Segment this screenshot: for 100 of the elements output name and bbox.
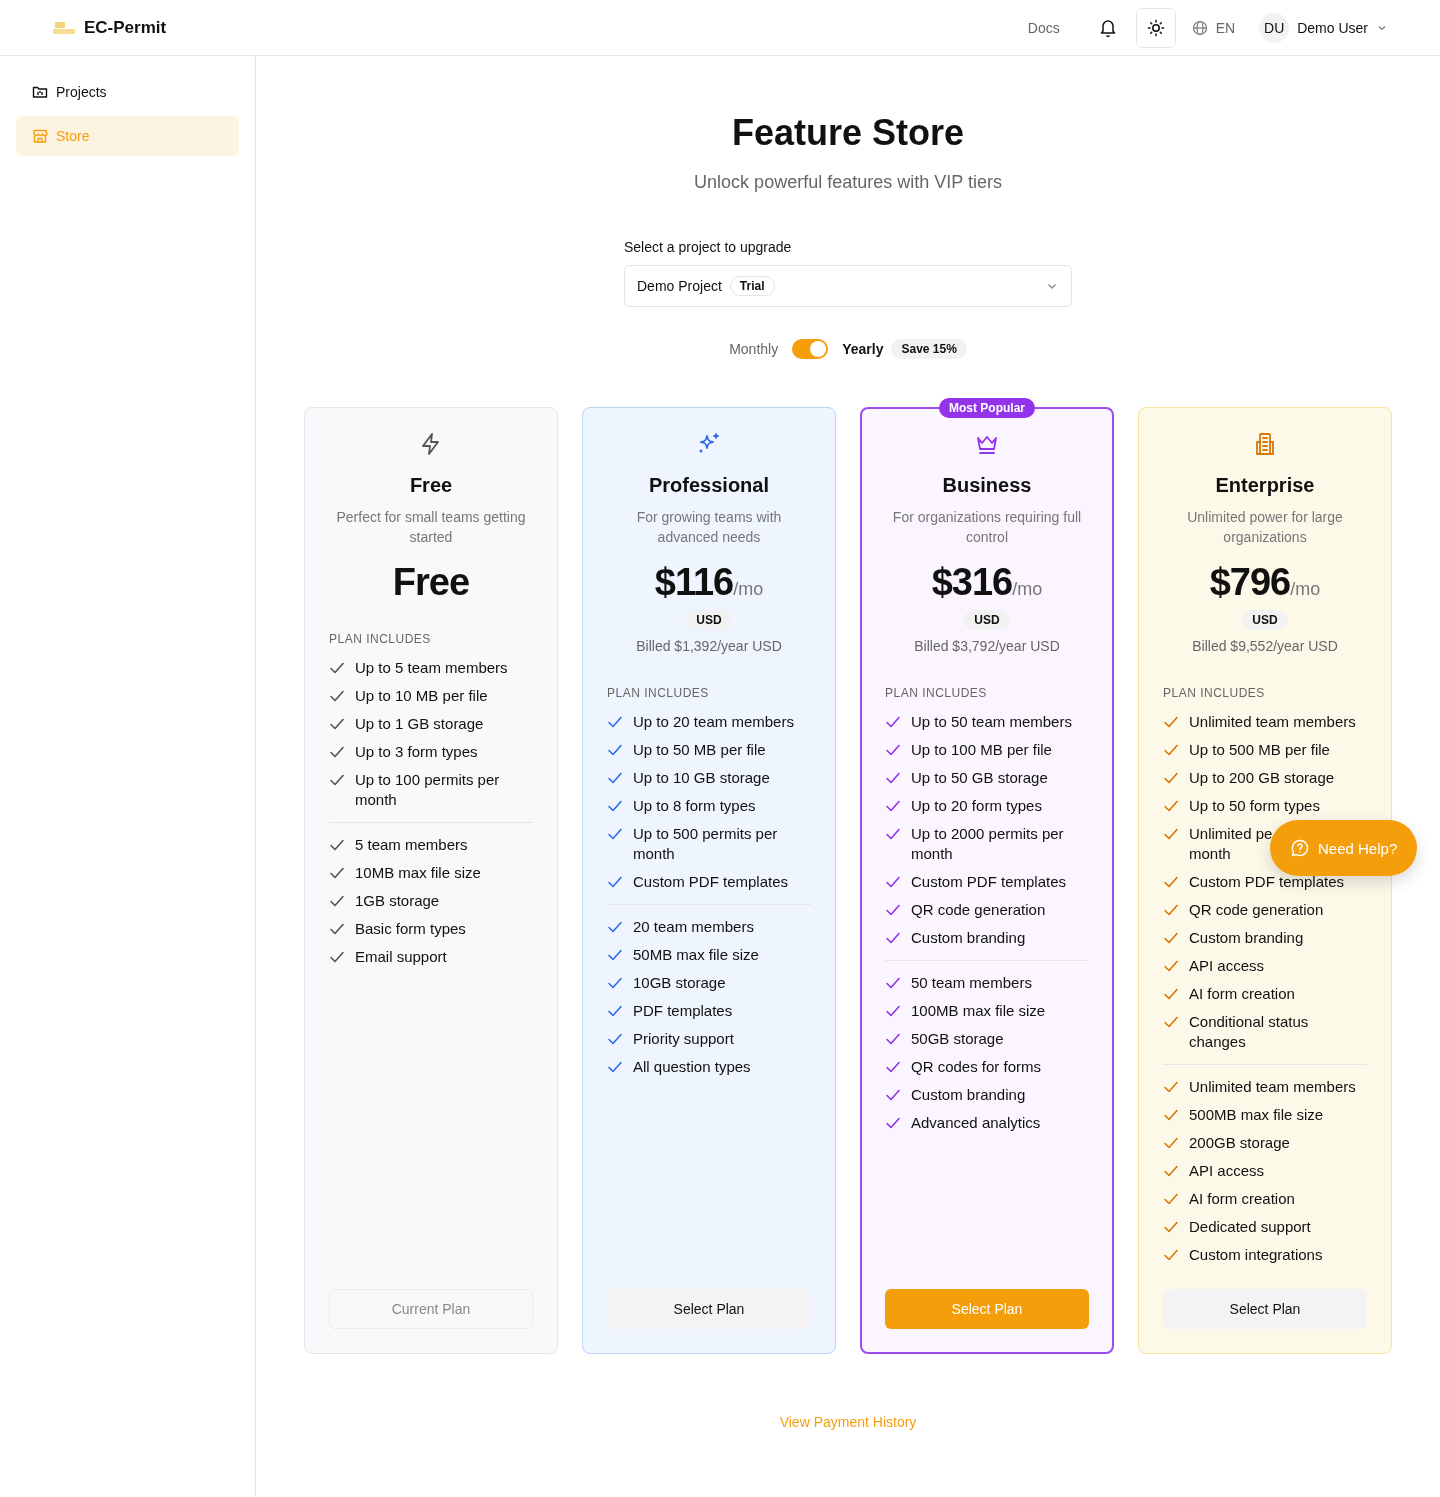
check-icon xyxy=(1163,1163,1179,1179)
page-title: Feature Store xyxy=(731,112,965,154)
popular-badge: Most Popular xyxy=(939,398,1035,418)
feature-text: 10GB storage xyxy=(633,973,726,993)
folder-icon xyxy=(32,84,48,100)
feature-text: AI form creation xyxy=(1189,1189,1295,1209)
plan-description: For organizations requiring full control xyxy=(891,508,1083,547)
feature-text: Up to 50 GB storage xyxy=(911,768,1048,788)
project-select[interactable]: Demo Project Trial xyxy=(624,265,1072,307)
check-icon xyxy=(1163,1247,1179,1263)
check-icon xyxy=(1163,770,1179,786)
currency-badge: USD xyxy=(686,610,732,630)
feature-text: Custom branding xyxy=(1189,928,1304,948)
check-icon xyxy=(1163,1107,1179,1123)
check-icon xyxy=(607,1003,623,1019)
feature-text: Up to 500 permits per month xyxy=(633,824,779,864)
feature-text: 500MB max file size xyxy=(1189,1105,1324,1125)
docs-link[interactable]: Docs xyxy=(1027,19,1060,36)
check-icon xyxy=(885,1003,901,1019)
plan-button[interactable]: Select Plan xyxy=(1163,1289,1367,1329)
building-icon xyxy=(1253,432,1277,456)
billing-note: Billed $3,792/year USD xyxy=(913,638,1061,654)
store-icon xyxy=(32,128,48,144)
feature-text: QR codes for forms xyxy=(911,1057,1042,1077)
page-subtitle: Unlock powerful features with VIP tiers xyxy=(694,172,1002,193)
feature-text: API access xyxy=(1189,1161,1265,1181)
feature-text: Advanced analytics xyxy=(911,1113,1041,1133)
sidebar-item[interactable]: Projects xyxy=(16,72,239,112)
check-icon xyxy=(607,975,623,991)
plan-name: Business xyxy=(941,474,1033,497)
billing-option[interactable]: Yearly xyxy=(842,341,884,357)
check-icon xyxy=(885,1115,901,1131)
check-icon xyxy=(607,742,623,758)
section-label: PLAN INCLUDES xyxy=(607,686,710,700)
currency-badge: USD xyxy=(964,610,1010,630)
check-icon xyxy=(1163,986,1179,1002)
check-icon xyxy=(329,688,345,704)
check-icon xyxy=(885,798,901,814)
feature-text: Up to 50 form types xyxy=(1189,796,1320,816)
feature-text: API access xyxy=(1189,956,1265,976)
check-icon xyxy=(885,1087,901,1103)
billing-toggle[interactable] xyxy=(792,339,829,359)
feature-text: Dedicated support xyxy=(1189,1217,1311,1237)
check-icon xyxy=(1163,742,1179,758)
billing-note: Billed $1,392/year USD xyxy=(635,638,783,654)
feature-text: Up to 5 team members xyxy=(355,658,508,678)
check-icon xyxy=(607,770,623,786)
plan-button[interactable]: Select Plan xyxy=(607,1289,811,1329)
feature-text: 5 team members xyxy=(355,835,468,855)
feature-text: 200GB storage xyxy=(1189,1133,1290,1153)
feature-text: 1GB storage xyxy=(355,891,440,911)
feature-text: PDF templates xyxy=(633,1001,733,1021)
check-icon xyxy=(607,826,623,842)
feature-text: Up to 20 form types xyxy=(911,796,1042,816)
check-icon xyxy=(329,716,345,732)
plan-price: Free xyxy=(392,561,470,604)
billing-option[interactable]: Monthly xyxy=(729,341,779,357)
feature-text: QR code generation xyxy=(1189,900,1324,920)
section-label: PLAN INCLUDES xyxy=(329,632,432,646)
check-icon xyxy=(607,1059,623,1075)
globe-icon xyxy=(1191,19,1208,36)
plan-price: $316 xyxy=(931,561,1013,604)
feature-text: Up to 20 team members xyxy=(633,712,794,732)
check-icon xyxy=(607,798,623,814)
feature-text: 10MB max file size xyxy=(355,863,481,883)
feature-text: 50MB max file size xyxy=(633,945,759,965)
check-icon xyxy=(607,947,623,963)
feature-text: 50GB storage xyxy=(911,1029,1004,1049)
check-icon xyxy=(329,837,345,853)
check-icon xyxy=(607,714,623,730)
check-icon xyxy=(329,772,345,788)
check-icon xyxy=(885,714,901,730)
check-icon xyxy=(885,975,901,991)
theme-button[interactable] xyxy=(1135,7,1176,48)
feature-text: Up to 50 MB per file xyxy=(633,740,766,760)
check-icon xyxy=(885,826,901,842)
check-icon xyxy=(329,893,345,909)
feature-text: Custom branding xyxy=(911,928,1026,948)
check-icon xyxy=(885,1031,901,1047)
feature-text: Unlimited team members xyxy=(1189,712,1356,732)
check-icon xyxy=(885,902,901,918)
language-button[interactable]: EN xyxy=(1191,19,1248,36)
feature-text: Custom branding xyxy=(911,1085,1026,1105)
field-label: Select a project to upgrade xyxy=(624,239,793,255)
check-icon xyxy=(607,874,623,890)
check-icon xyxy=(1163,826,1179,842)
feature-text: Up to 2000 permits per month xyxy=(911,824,1065,864)
price-period: /mo xyxy=(733,579,764,600)
chat-question-icon xyxy=(1290,838,1310,858)
check-icon xyxy=(1163,902,1179,918)
check-icon xyxy=(329,949,345,965)
check-icon xyxy=(1163,1135,1179,1151)
sun-icon xyxy=(1146,18,1165,37)
feature-text: Up to 10 GB storage xyxy=(633,768,770,788)
feature-text: Up to 100 permits per month xyxy=(355,770,501,810)
price-period: /mo xyxy=(1012,579,1043,600)
user-menu[interactable]: DU Demo User xyxy=(1247,12,1388,43)
feature-text: Up to 1 GB storage xyxy=(355,714,484,734)
plan-name: Enterprise xyxy=(1214,474,1316,497)
plan-name: Free xyxy=(408,474,454,497)
